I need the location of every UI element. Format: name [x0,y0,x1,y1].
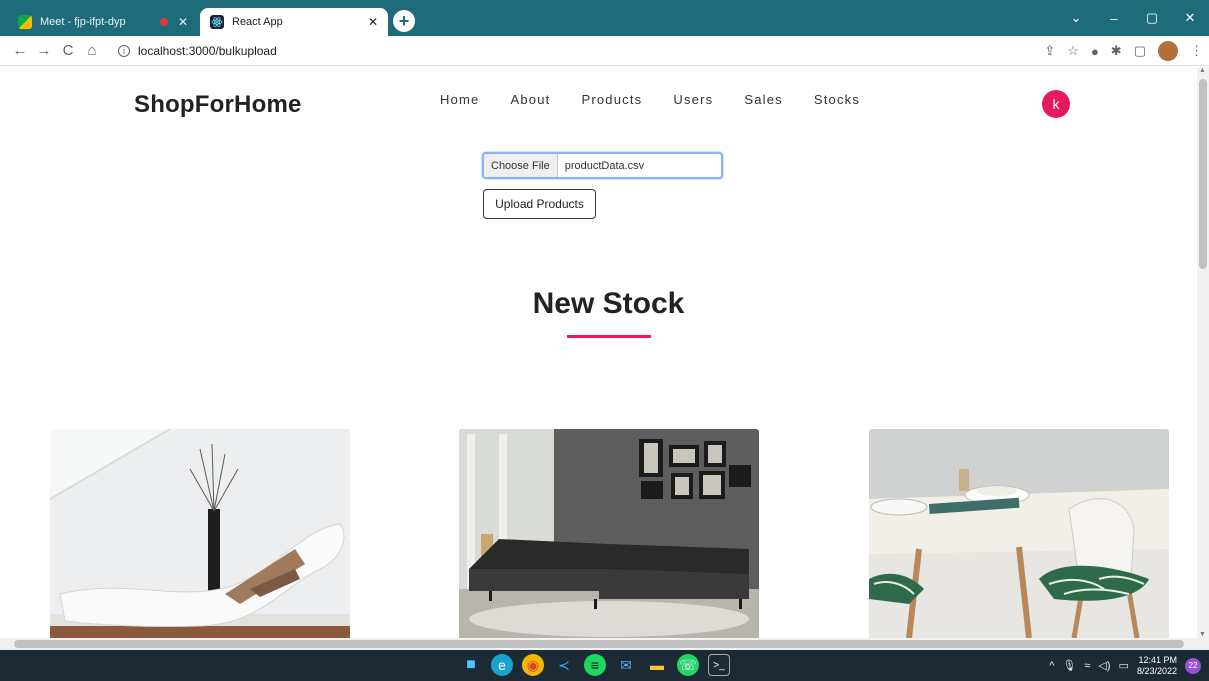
tab-search-icon[interactable]: ⌄ [1057,10,1095,26]
sectional-sofa-image [459,429,759,638]
horizontal-scroll-thumb[interactable] [14,640,1184,648]
reload-icon[interactable]: C [56,42,80,59]
vscode-icon[interactable]: ≺ [553,654,575,676]
tab-react-app[interactable]: React App ✕ [200,8,388,36]
react-favicon-icon [210,15,224,29]
dining-set-image [869,429,1169,638]
back-icon[interactable]: ← [8,42,32,59]
upload-products-button[interactable]: Upload Products [483,189,596,219]
notification-badge[interactable]: 22 [1185,657,1201,674]
volume-icon[interactable]: ◁) [1098,659,1110,672]
chrome-icon[interactable]: ◉ [522,654,544,676]
extension-icon[interactable]: ● [1091,44,1099,59]
scroll-down-icon[interactable]: ▼ [1199,631,1206,638]
nav-link-stocks[interactable]: Stocks [814,92,860,107]
scroll-up-icon[interactable]: ▲ [1199,67,1206,74]
user-avatar[interactable]: k [1042,90,1070,118]
taskbar-apps: ■ e ◉ ≺ ≡ ✉ ▬ ☏ >_ [460,654,730,676]
main-nav: Home About Products Users Sales Stocks [440,92,860,107]
sidepanel-icon[interactable]: ▢ [1134,43,1146,59]
product-card[interactable] [459,429,759,638]
profile-icon[interactable] [1158,41,1178,61]
minimize-icon[interactable]: – [1095,11,1133,26]
close-tab-icon[interactable]: ✕ [178,16,188,28]
nav-link-home[interactable]: Home [440,92,479,107]
site-info-icon[interactable]: i [118,44,130,57]
edge-icon[interactable]: e [491,654,513,676]
forward-icon[interactable]: → [32,42,56,59]
clock-date: 8/23/2022 [1136,665,1177,676]
recording-indicator-icon [159,18,168,26]
nav-link-users[interactable]: Users [673,92,713,107]
menu-icon[interactable]: ⋮ [1190,43,1203,59]
file-input[interactable]: Choose File productData.csv [482,152,723,179]
star-icon[interactable]: ☆ [1067,43,1079,59]
nav-link-products[interactable]: Products [581,92,642,107]
file-explorer-icon[interactable]: ▬ [646,654,668,676]
puzzle-icon[interactable]: ✱ [1111,43,1122,59]
selected-file-name: productData.csv [564,159,645,172]
new-tab-button[interactable]: + [393,10,415,32]
chevron-up-icon[interactable]: ^ [1049,660,1054,672]
close-tab-icon[interactable]: ✕ [368,16,378,28]
choose-file-button[interactable]: Choose File [484,154,558,177]
battery-icon[interactable]: ▭ [1119,659,1129,672]
vertical-scrollbar[interactable]: ▲ ▼ [1197,67,1209,638]
browser-tab-strip: Meet - fjp-ifpt-dyp ✕ React App ✕ + ⌄ – … [0,0,1209,36]
nav-link-sales[interactable]: Sales [744,92,783,107]
share-icon[interactable]: ⇪ [1044,43,1055,59]
clock-time: 12:41 PM [1138,655,1177,666]
page-viewport: ShopForHome Home About Products Users Sa… [0,67,1197,638]
clock[interactable]: 12:41 PM 8/23/2022 [1137,655,1177,676]
tab-title: Meet - fjp-ifpt-dyp [40,16,126,28]
vertical-scroll-thumb[interactable] [1199,79,1207,269]
browser-toolbar: ← → C ⌂ i localhost:3000/bulkupload ⇪ ☆ … [0,36,1209,66]
close-window-icon[interactable]: ✕ [1171,10,1209,26]
chaise-lounge-image [50,429,350,638]
tab-meet[interactable]: Meet - fjp-ifpt-dyp ✕ [8,8,198,36]
spotify-icon[interactable]: ≡ [584,654,606,676]
mail-icon[interactable]: ✉ [615,654,637,676]
toolbar-actions: ⇪ ☆ ● ✱ ▢ ⋮ [1044,36,1203,66]
screen: Meet - fjp-ifpt-dyp ✕ React App ✕ + ⌄ – … [0,0,1209,681]
address-bar[interactable]: i localhost:3000/bulkupload [118,44,277,58]
whatsapp-icon[interactable]: ☏ [677,654,699,676]
product-card[interactable] [869,429,1169,638]
tab-title: React App [232,16,283,28]
taskbar: ■ e ◉ ≺ ≡ ✉ ▬ ☏ >_ ^ 🎙 ≈ ◁) ▭ 12:41 PM 8… [0,650,1209,681]
site-brand[interactable]: ShopForHome [134,91,302,119]
home-icon[interactable]: ⌂ [80,42,104,59]
maximize-icon[interactable]: ▢ [1133,10,1171,26]
window-controls: ⌄ – ▢ ✕ [1057,0,1209,36]
nav-link-about[interactable]: About [510,92,550,107]
meet-favicon-icon [18,15,32,29]
windows-start-icon[interactable]: ■ [460,654,482,676]
microphone-icon[interactable]: 🎙 [1062,659,1076,672]
url-text[interactable]: localhost:3000/bulkupload [138,44,277,58]
terminal-icon[interactable]: >_ [708,654,730,676]
horizontal-scrollbar[interactable] [0,638,1209,650]
system-tray: ^ 🎙 ≈ ◁) ▭ 12:41 PM 8/23/2022 22 [1049,650,1201,681]
section-title: New Stock [532,287,685,320]
product-card[interactable] [50,429,350,638]
wifi-icon[interactable]: ≈ [1084,660,1090,672]
title-underline [567,335,651,338]
